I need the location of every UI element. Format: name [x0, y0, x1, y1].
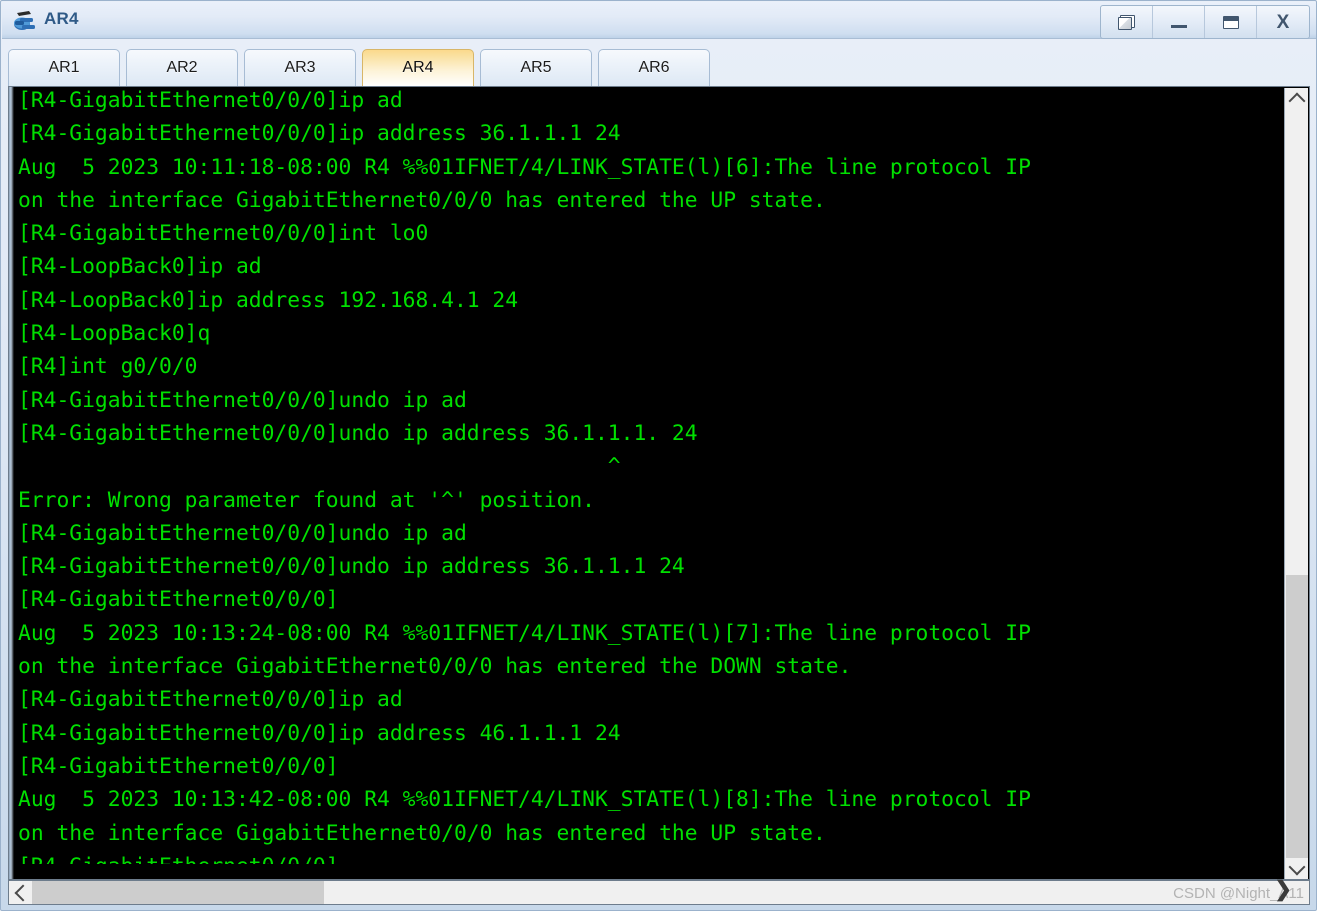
minimize-icon: [1170, 25, 1187, 28]
horizontal-scroll-track[interactable]: [324, 881, 1309, 904]
title-bar: AR4 X: [2, 2, 1316, 39]
terminal-console[interactable]: [R4-GigabitEthernet0/0/0]ip ad [R4-Gigabi…: [8, 86, 1310, 880]
terminal-left-edge: [9, 87, 14, 879]
close-icon: X: [1276, 11, 1290, 33]
terminal-horizontal-scrollbar[interactable]: [8, 880, 1310, 905]
tab-ar3[interactable]: AR3: [244, 49, 356, 86]
tab-ar4-label: AR4: [402, 59, 434, 76]
maximize-icon: [1222, 15, 1239, 29]
vertical-scroll-thumb[interactable]: [1286, 575, 1308, 858]
terminal-line: on the interface GigabitEthernet0/0/0 ha…: [18, 187, 826, 213]
terminal-line: Error: Wrong parameter found at '^' posi…: [18, 487, 595, 513]
terminal-output: [R4-GigabitEthernet0/0/0]ip ad [R4-Gigabi…: [18, 87, 1276, 864]
maximize-button[interactable]: [1205, 6, 1257, 38]
terminal-line: [R4-GigabitEthernet0/0/0]ip address 36.1…: [18, 121, 621, 147]
terminal-line: [R4-LoopBack0]q: [18, 321, 211, 347]
terminal-line: [R4-GigabitEthernet0/0/0]: [18, 850, 1276, 864]
terminal-line: on the interface GigabitEthernet0/0/0 ha…: [18, 654, 852, 680]
terminal-line: [R4-GigabitEthernet0/0/0]: [18, 753, 339, 779]
chevron-down-icon: [1288, 858, 1305, 876]
scroll-left-button[interactable]: [9, 881, 32, 904]
terminal-line: [R4-GigabitEthernet0/0/0]ip ad: [18, 88, 403, 113]
tab-ar2-label: AR2: [166, 59, 198, 76]
restore-button[interactable]: [1101, 6, 1153, 38]
minimize-button[interactable]: [1153, 6, 1205, 38]
terminal-line: [R4-GigabitEthernet0/0/0]ip address 46.1…: [18, 720, 621, 746]
emulator-window: AR4 X AR1 AR2 AR3 AR4 AR5 AR6 [R4-Gigabi…: [0, 0, 1317, 911]
tab-ar4[interactable]: AR4: [362, 49, 474, 86]
tab-ar1-label: AR1: [48, 59, 80, 76]
window-controls: X: [1100, 5, 1310, 39]
terminal-line: [R4-GigabitEthernet0/0/0]ip ad: [18, 687, 403, 713]
close-button[interactable]: X: [1257, 6, 1309, 38]
terminal-line: [R4-GigabitEthernet0/0/0]int lo0: [18, 221, 429, 247]
terminal-line: [R4-LoopBack0]ip address 192.168.4.1 24: [18, 287, 519, 313]
terminal-line: [R4-LoopBack0]ip ad: [18, 254, 262, 280]
terminal-line: Aug 5 2023 10:11:18-08:00 R4 %%01IFNET/4…: [18, 154, 1031, 180]
tab-ar5[interactable]: AR5: [480, 49, 592, 86]
chevron-up-icon: [1288, 92, 1305, 110]
terminal-line: [R4-GigabitEthernet0/0/0]undo ip address…: [18, 420, 698, 446]
terminal-line: [R4]int g0/0/0: [18, 354, 198, 380]
router-icon: [14, 11, 35, 30]
tab-ar1[interactable]: AR1: [8, 49, 120, 86]
terminal-line: [R4-GigabitEthernet0/0/0]: [18, 587, 339, 613]
terminal-line: ^: [18, 454, 621, 480]
terminal-line: [R4-GigabitEthernet0/0/0]undo ip address…: [18, 554, 685, 580]
terminal-line: [R4-GigabitEthernet0/0/0]undo ip ad: [18, 387, 467, 413]
device-tab-strip: AR1 AR2 AR3 AR4 AR5 AR6: [8, 43, 1308, 86]
tab-ar2[interactable]: AR2: [126, 49, 238, 86]
scroll-up-button[interactable]: [1285, 88, 1308, 110]
window-title: AR4: [44, 9, 79, 28]
terminal-vertical-scrollbar[interactable]: [1284, 88, 1308, 879]
tab-ar6-label: AR6: [638, 59, 670, 76]
terminal-line: Aug 5 2023 10:13:42-08:00 R4 %%01IFNET/4…: [18, 787, 1031, 813]
scroll-down-button[interactable]: [1285, 858, 1308, 879]
tab-ar5-label: AR5: [520, 59, 552, 76]
restore-icon: [1118, 14, 1135, 30]
tab-ar6[interactable]: AR6: [598, 49, 710, 86]
chevron-left-icon: [14, 884, 31, 901]
terminal-line: [R4-GigabitEthernet0/0/0]undo ip ad: [18, 520, 467, 546]
tab-ar3-label: AR3: [284, 59, 316, 76]
terminal-line: on the interface GigabitEthernet0/0/0 ha…: [18, 820, 826, 846]
terminal-line: Aug 5 2023 10:13:24-08:00 R4 %%01IFNET/4…: [18, 620, 1031, 646]
